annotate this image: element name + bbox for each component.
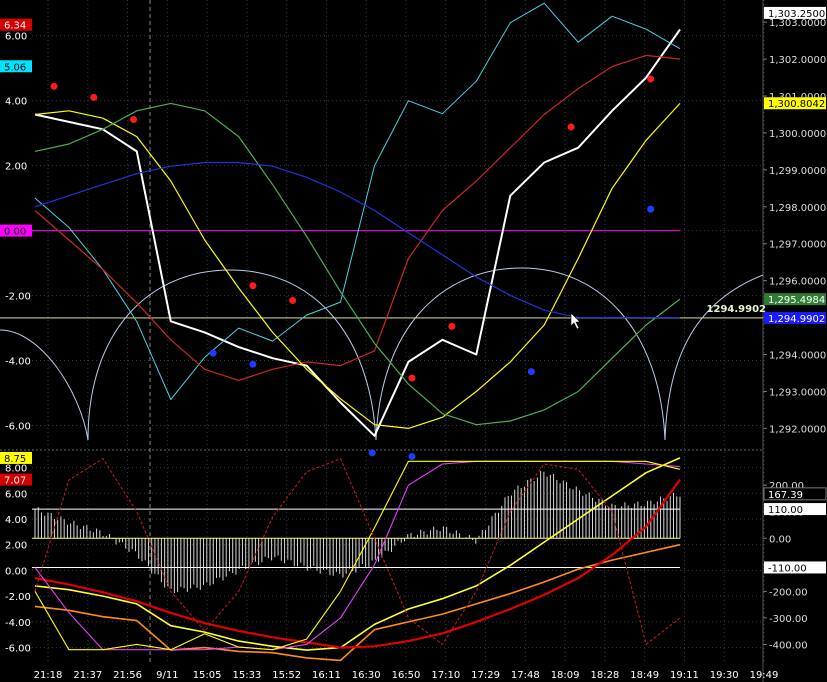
left-axis-tick-label: 2.00 bbox=[5, 162, 27, 173]
time-axis-label: 15:52 bbox=[272, 670, 301, 681]
crosshair-value-label: 1294.9902 bbox=[707, 304, 767, 315]
right-axis-tick-label: 1,292.0000 bbox=[769, 424, 826, 435]
time-axis-label: 15:05 bbox=[193, 670, 222, 681]
time-axis-label: 18:49 bbox=[630, 670, 659, 681]
time-axis-label: 16:50 bbox=[392, 670, 421, 681]
right-value-tag-label: 110.00 bbox=[768, 505, 803, 516]
right-axis-tick-label: -400.00 bbox=[769, 640, 808, 651]
right-axis-tick-label: 1,302.0000 bbox=[769, 55, 826, 66]
marker-high bbox=[448, 322, 456, 330]
marker-low bbox=[647, 205, 655, 213]
right-value-tag-label: 1,303.2500 bbox=[768, 9, 825, 20]
left-axis-tick-label: 6.00 bbox=[5, 32, 27, 43]
right-axis-tick-label: 1,298.0000 bbox=[769, 203, 826, 214]
time-axis-label: 16:30 bbox=[352, 670, 381, 681]
right-value-tag-label: 167.39 bbox=[768, 490, 803, 501]
time-axis-label: 17:10 bbox=[431, 670, 460, 681]
left-value-tag-label: 8.75 bbox=[4, 454, 26, 465]
left-axis-tick-label: 0.00 bbox=[5, 566, 27, 577]
right-axis-tick-label: 1,293.0000 bbox=[769, 387, 826, 398]
left-value-tag-label: 5.06 bbox=[4, 62, 26, 73]
time-axis-label: 17:48 bbox=[511, 670, 540, 681]
time-axis-label: 21:18 bbox=[34, 670, 63, 681]
left-axis-tick-label: -2.00 bbox=[5, 592, 31, 603]
chart-canvas: 1294.9902 6.00 4.00 2.00 0.00 -2.00 -4.00 -6.0… bbox=[0, 0, 827, 682]
marker-low bbox=[408, 453, 416, 461]
left-value-tag-label: 6.34 bbox=[4, 21, 26, 32]
marker-high bbox=[50, 82, 58, 90]
marker-low bbox=[249, 360, 257, 368]
right-axis-tick-label: -300.00 bbox=[769, 614, 808, 625]
left-axis-tick-label: 2.00 bbox=[5, 541, 27, 552]
time-axis-label: 18:09 bbox=[551, 670, 580, 681]
time-axis-label: 19:11 bbox=[670, 670, 699, 681]
right-axis-tick-label: 1,299.0000 bbox=[769, 166, 826, 177]
marker-low bbox=[209, 349, 217, 357]
left-axis-tick-label: -6.00 bbox=[5, 644, 31, 655]
marker-high bbox=[567, 123, 575, 131]
right-axis-tick-label: 1,294.0000 bbox=[769, 351, 826, 362]
time-axis-label: 17:29 bbox=[471, 670, 500, 681]
left-axis-tick-label: 4.00 bbox=[5, 515, 27, 526]
time-axis-label: 21:56 bbox=[113, 670, 142, 681]
time-axis-label: 21:37 bbox=[73, 670, 102, 681]
left-axis-tick-label: -4.00 bbox=[5, 357, 31, 368]
marker-high bbox=[249, 282, 257, 290]
right-value-tag-label: 1,295.4984 bbox=[768, 295, 825, 306]
right-value-tag-label: 1,300.8042 bbox=[768, 99, 825, 110]
time-axis-label: 15:33 bbox=[232, 670, 261, 681]
marker-high bbox=[408, 374, 416, 382]
marker-high bbox=[647, 75, 655, 83]
left-axis-tick-label: -4.00 bbox=[5, 618, 31, 629]
right-axis-tick-label: 1,297.0000 bbox=[769, 240, 826, 251]
time-axis-label: 16:11 bbox=[312, 670, 341, 681]
right-value-tag-label: 1,294.9902 bbox=[768, 314, 825, 325]
left-axis-tick-label: 8.00 bbox=[5, 464, 27, 475]
marker-high bbox=[90, 93, 98, 101]
left-value-tag-label: 7.07 bbox=[4, 476, 26, 487]
right-axis-tick-label: 1,300.0000 bbox=[769, 129, 826, 140]
left-axis-tick-label: 6.00 bbox=[5, 489, 27, 500]
left-value-tag-label: 0.00 bbox=[4, 227, 26, 238]
right-axis-tick-label: 0.00 bbox=[769, 534, 791, 545]
left-axis-tick-label: 4.00 bbox=[5, 97, 27, 108]
marker-high bbox=[289, 297, 297, 305]
right-axis-tick-label: -200.00 bbox=[769, 587, 808, 598]
time-axis-label: 19:49 bbox=[750, 670, 779, 681]
time-axis-label: 18:28 bbox=[590, 670, 619, 681]
right-axis-tick-label: 1,296.0000 bbox=[769, 277, 826, 288]
time-axis-label: 9/11 bbox=[156, 670, 178, 681]
left-axis-tick-label: -2.00 bbox=[5, 292, 31, 303]
time-axis-label: 19:30 bbox=[710, 670, 739, 681]
right-value-tag-label: -110.00 bbox=[768, 563, 807, 574]
marker-low bbox=[527, 368, 535, 376]
left-axis-tick-label: -6.00 bbox=[5, 422, 31, 433]
marker-high bbox=[130, 116, 138, 124]
marker-low bbox=[368, 449, 376, 457]
